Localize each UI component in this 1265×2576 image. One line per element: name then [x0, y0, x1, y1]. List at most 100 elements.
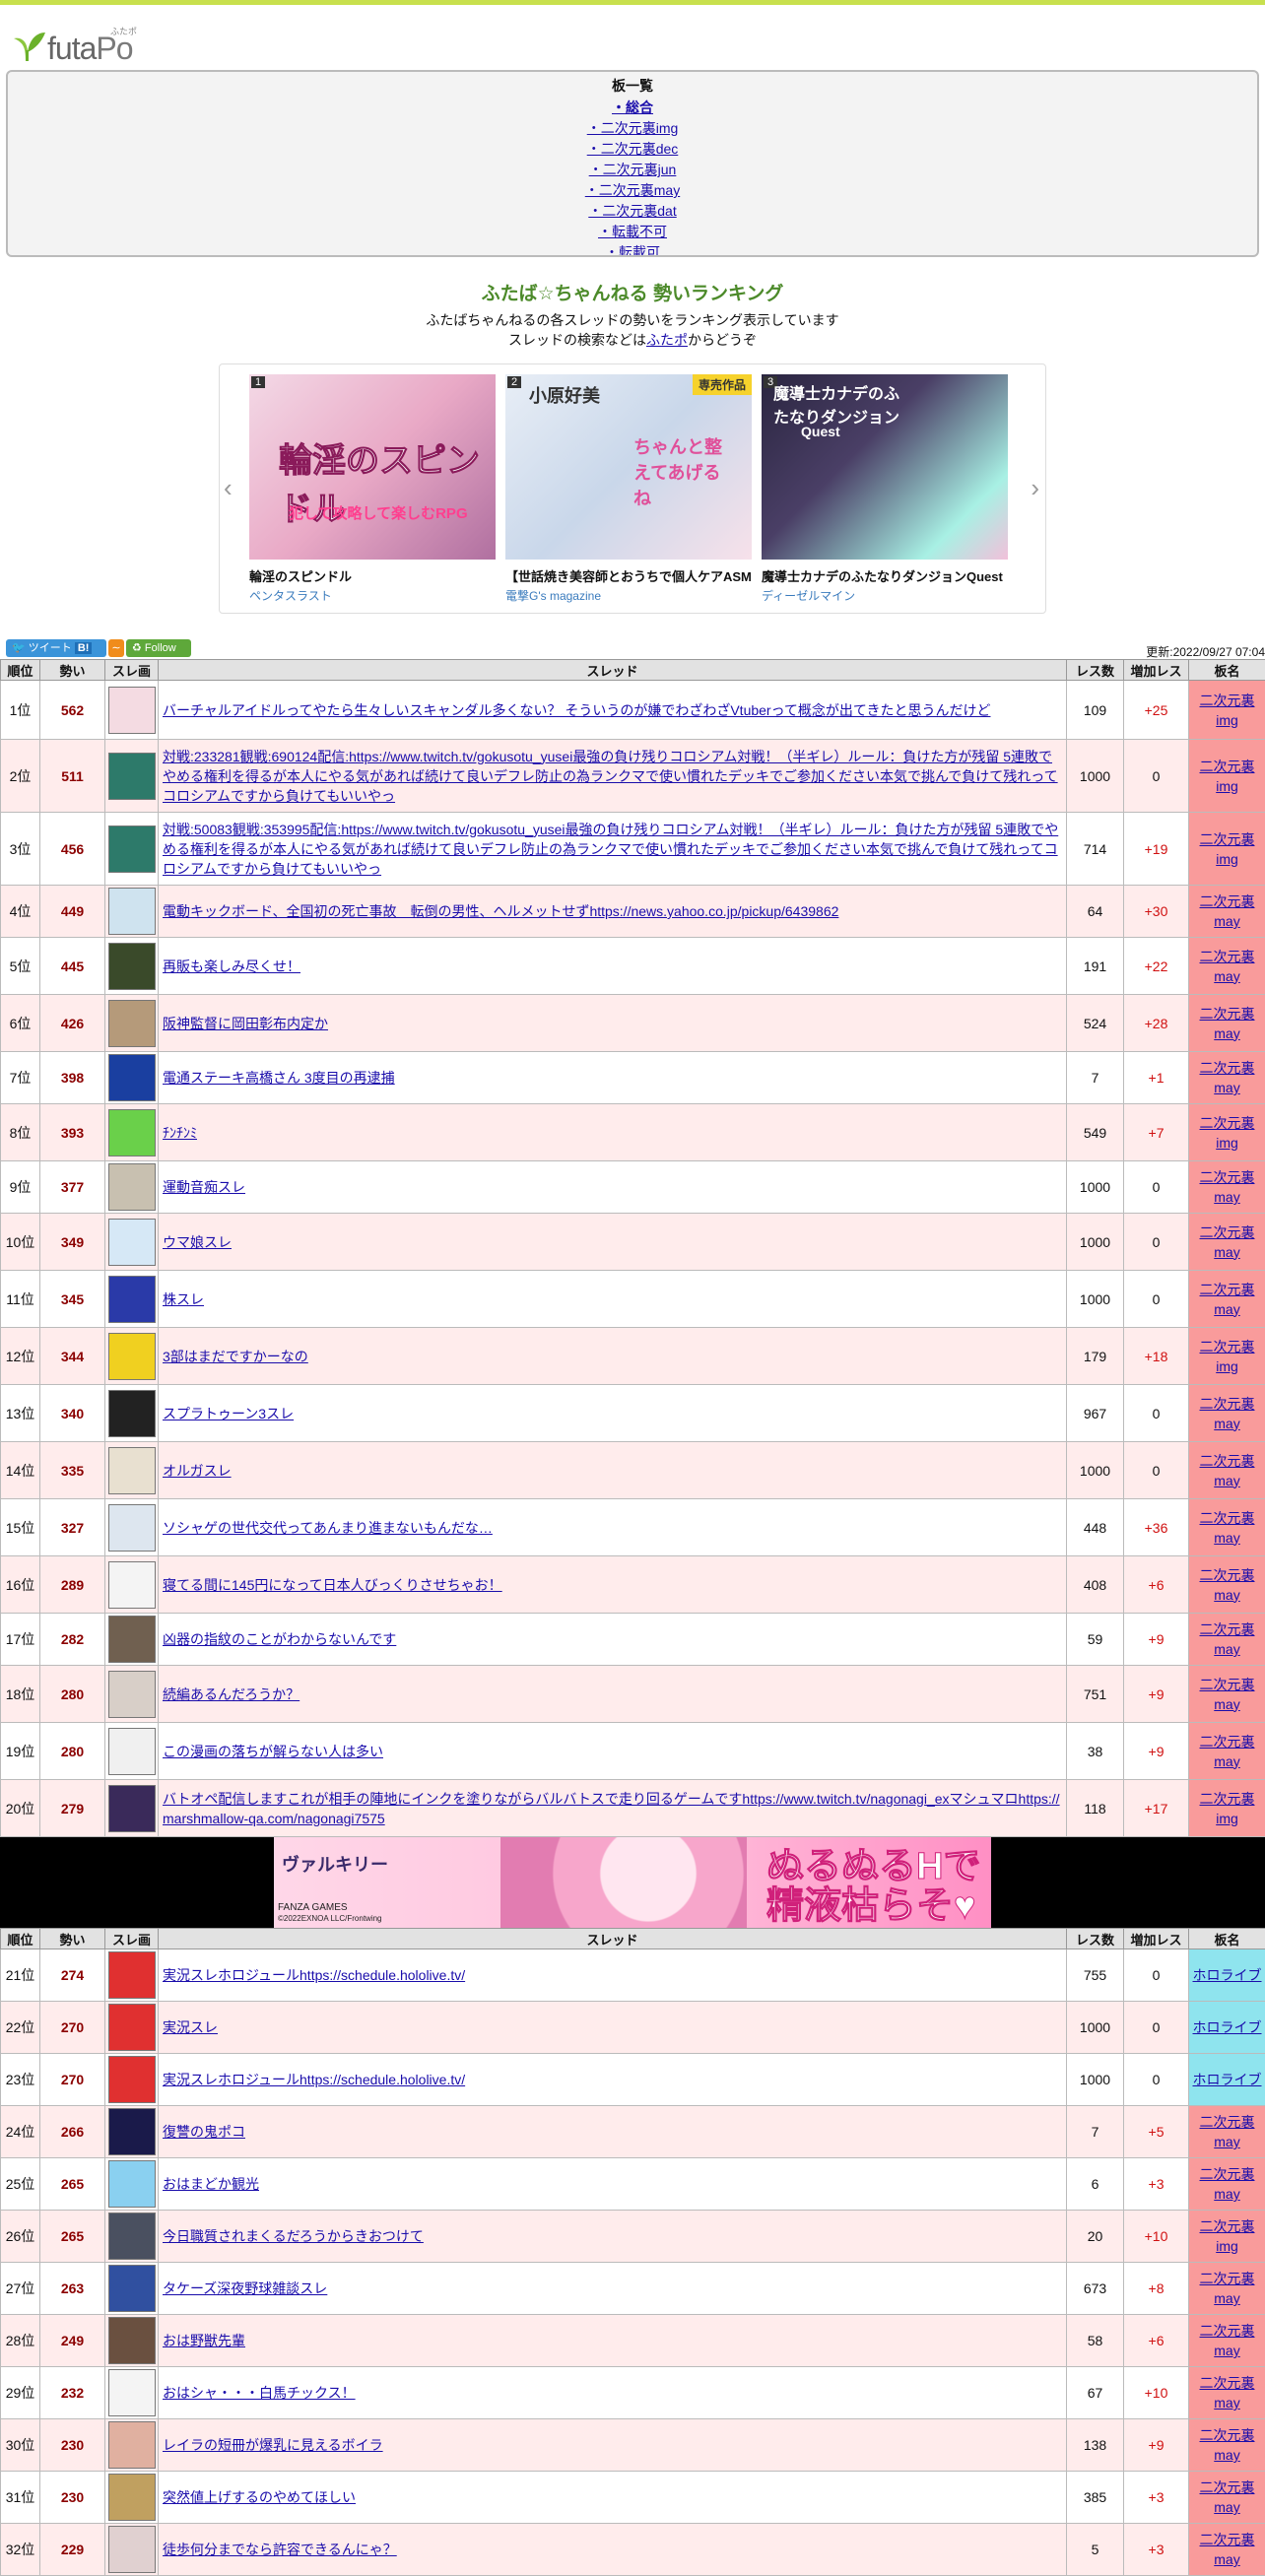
thread-link[interactable]: 電動キックボード、全国初の死亡事故 転倒の男性、ヘルメットせずhttps://n…	[163, 903, 838, 919]
thread-link[interactable]: 寝てる間に145円になって日本人びっくりさせちゃお！	[163, 1577, 502, 1593]
thread-link[interactable]: 3部はまだですかーなの	[163, 1349, 308, 1364]
thread-link[interactable]: バトオペ配信しますこれが相手の陣地にインクを塗りながらバルバトスで走り回るゲーム…	[163, 1791, 1060, 1826]
carousel-card[interactable]: 1輪淫のスピンドル犯して攻略して楽しむRPG輪淫のスピンドルペンタスラスト	[249, 374, 496, 604]
thread-thumbnail[interactable]	[108, 2526, 156, 2573]
thread-thumbnail[interactable]	[108, 1447, 156, 1494]
thread-link[interactable]: 凶器の指紋のことがわからないんです	[163, 1631, 396, 1647]
thread-thumbnail[interactable]	[108, 1785, 156, 1832]
thread-thumbnail[interactable]	[108, 2474, 156, 2521]
thread-link[interactable]: 徒歩何分までなら許容できるんにゃ？	[163, 2542, 397, 2557]
carousel-card-maker[interactable]: 電撃G's magazine	[505, 587, 752, 604]
board-name-link[interactable]: 二次元裏may	[1200, 2532, 1255, 2567]
board-name-link[interactable]: 二次元裏may	[1200, 2271, 1255, 2306]
thread-thumbnail[interactable]	[108, 1616, 156, 1663]
thread-link[interactable]: タケーズ深夜野球雑談スレ	[163, 2280, 327, 2296]
board-link[interactable]: ・二次元裏dat	[588, 203, 676, 219]
thread-thumbnail[interactable]	[108, 1390, 156, 1437]
thread-link[interactable]: ウマ娘スレ	[163, 1234, 232, 1250]
rss-icon[interactable]: ∼	[108, 639, 124, 657]
thread-link[interactable]: 電通ステーキ高橋さん 3度目の再逮捕	[163, 1070, 395, 1086]
thread-thumbnail[interactable]	[108, 2108, 156, 2155]
thread-link[interactable]: 実況スレホロジュールhttps://schedule.hololive.tv/	[163, 2072, 465, 2087]
carousel-card[interactable]: 2専売作品小原好美ちゃんと整えてあげるね【世話焼き美容師とおうちで個人ケアASM…	[505, 374, 752, 604]
thread-thumbnail[interactable]	[108, 2160, 156, 2208]
thread-link[interactable]: レイラの短冊が爆乳に見えるボイラ	[163, 2437, 383, 2453]
thread-thumbnail[interactable]	[108, 687, 156, 734]
board-name-link[interactable]: 二次元裏may	[1200, 893, 1255, 929]
board-name-link[interactable]: 二次元裏may	[1200, 2323, 1255, 2358]
board-name-link[interactable]: 二次元裏img	[1200, 1115, 1255, 1151]
board-name-link[interactable]: 二次元裏may	[1200, 1282, 1255, 1317]
thread-thumbnail[interactable]	[108, 2265, 156, 2312]
carousel-card-maker[interactable]: ペンタスラスト	[249, 587, 496, 604]
thread-thumbnail[interactable]	[108, 2213, 156, 2260]
carousel-card[interactable]: 3魔導士カナデのふたなりダンジョンQuest魔導士カナデのふたなりダンジョンQu…	[762, 374, 1008, 604]
carousel-card-image[interactable]: 1輪淫のスピンドル犯して攻略して楽しむRPG	[249, 374, 496, 560]
thread-link[interactable]: 対戦:233281観戦:690124配信:https://www.twitch.…	[163, 749, 1058, 804]
carousel-card-title[interactable]: 【世話焼き美容師とおうちで個人ケアASM	[505, 566, 752, 585]
thread-thumbnail[interactable]	[108, 1276, 156, 1323]
thread-link[interactable]: 今日職質されまくるだろうからきおつけて	[163, 2228, 424, 2244]
futapo-link[interactable]: ふたポ	[646, 332, 688, 348]
board-name-link[interactable]: 二次元裏may	[1200, 2479, 1255, 2515]
carousel-card-maker[interactable]: ディーゼルマイン	[762, 587, 1008, 604]
thread-link[interactable]: 運動音痴スレ	[163, 1179, 245, 1195]
thread-link[interactable]: 続編あるんだろうか？	[163, 1686, 300, 1702]
ad-banner[interactable]: ヴァルキリー FANZA GAMES ©2022EXNOA LLC/Frontw…	[0, 1837, 1265, 1928]
board-name-link[interactable]: 二次元裏may	[1200, 2166, 1255, 2202]
board-name-link[interactable]: 二次元裏may	[1200, 1169, 1255, 1205]
chevron-right-icon[interactable]: ›	[1031, 473, 1039, 503]
board-name-link[interactable]: 二次元裏may	[1200, 1677, 1255, 1712]
board-name-link[interactable]: 二次元裏may	[1200, 2375, 1255, 2411]
thread-thumbnail[interactable]	[108, 1728, 156, 1775]
carousel-card-image[interactable]: 2専売作品小原好美ちゃんと整えてあげるね	[505, 374, 752, 560]
board-name-link[interactable]: 二次元裏img	[1200, 2218, 1255, 2254]
thread-link[interactable]: この漫画の落ちが解らない人は多い	[163, 1744, 383, 1759]
thread-thumbnail[interactable]	[108, 2004, 156, 2051]
thread-thumbnail[interactable]	[108, 1163, 156, 1211]
thread-link[interactable]: 実況スレホロジュールhttps://schedule.hololive.tv/	[163, 1967, 465, 1983]
thread-link[interactable]: 復讐の鬼ポコ	[163, 2124, 245, 2140]
board-name-link[interactable]: 二次元裏may	[1200, 949, 1255, 984]
board-name-link[interactable]: ホロライブ	[1193, 2072, 1262, 2087]
tweet-button[interactable]: 🐦 ツイート B!	[6, 639, 106, 657]
thread-thumbnail[interactable]	[108, 1109, 156, 1156]
board-link[interactable]: ・二次元裏dec	[587, 141, 679, 157]
thread-thumbnail[interactable]	[108, 1000, 156, 1047]
board-link[interactable]: ・二次元裏may	[585, 182, 680, 198]
thread-link[interactable]: 株スレ	[163, 1291, 204, 1307]
thread-thumbnail[interactable]	[108, 1504, 156, 1552]
board-name-link[interactable]: 二次元裏may	[1200, 2427, 1255, 2463]
board-link[interactable]: ・二次元裏jun	[589, 162, 677, 177]
thread-link[interactable]: 再販も楽しみ尽くせ！	[163, 958, 300, 974]
thread-link[interactable]: ﾁﾝﾁﾝﾐ	[163, 1125, 197, 1141]
thread-thumbnail[interactable]	[108, 2369, 156, 2416]
board-name-link[interactable]: 二次元裏may	[1200, 2114, 1255, 2149]
board-name-link[interactable]: 二次元裏may	[1200, 1621, 1255, 1657]
thread-thumbnail[interactable]	[108, 888, 156, 935]
thread-link[interactable]: 対戦:50083観戦:353995配信:https://www.twitch.t…	[163, 822, 1058, 877]
thread-thumbnail[interactable]	[108, 943, 156, 990]
thread-thumbnail[interactable]	[108, 2317, 156, 2364]
board-name-link[interactable]: 二次元裏img	[1200, 759, 1255, 794]
thread-link[interactable]: 突然値上げするのやめてほしい	[163, 2489, 356, 2505]
thread-thumbnail[interactable]	[108, 826, 156, 873]
thread-link[interactable]: 実況スレ	[163, 2019, 218, 2035]
follow-button[interactable]: ♻ Follow	[126, 639, 191, 657]
site-logo[interactable]: futaPo ふたポ	[0, 5, 1265, 70]
board-name-link[interactable]: 二次元裏may	[1200, 1006, 1255, 1041]
carousel-card-title[interactable]: 魔導士カナデのふたなりダンジョンQuest	[762, 566, 1008, 585]
thread-thumbnail[interactable]	[108, 2056, 156, 2103]
board-name-link[interactable]: 二次元裏may	[1200, 1396, 1255, 1431]
thread-thumbnail[interactable]	[108, 753, 156, 800]
thread-link[interactable]: オルガスレ	[163, 1463, 232, 1479]
thread-thumbnail[interactable]	[108, 1671, 156, 1718]
board-name-link[interactable]: 二次元裏img	[1200, 1791, 1255, 1826]
board-name-link[interactable]: 二次元裏may	[1200, 1224, 1255, 1260]
thread-thumbnail[interactable]	[108, 1333, 156, 1380]
thread-link[interactable]: 阪神監督に岡田彰布内定か	[163, 1016, 328, 1031]
board-name-link[interactable]: ホロライブ	[1193, 1967, 1262, 1983]
thread-link[interactable]: おは野獣先輩	[163, 2333, 245, 2348]
board-name-link[interactable]: ホロライブ	[1193, 2019, 1262, 2035]
board-link[interactable]: ・転載可	[605, 244, 660, 257]
